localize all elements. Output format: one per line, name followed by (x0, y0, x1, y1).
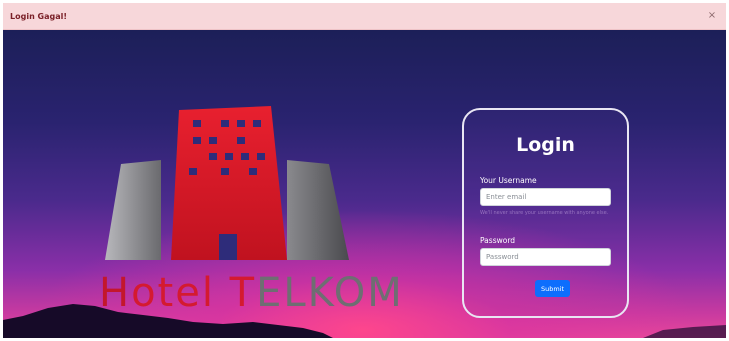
page-frame: Login Gagal! × Hotel TELKOM Login Your U… (3, 3, 726, 338)
password-label: Password (480, 236, 516, 245)
error-alert: Login Gagal! × (3, 3, 726, 30)
hotel-telkom-wordmark: Hotel TELKOM (99, 270, 404, 316)
submit-button[interactable]: Submit (535, 280, 570, 297)
hotel-logo-graphic (105, 106, 349, 260)
close-icon[interactable]: × (706, 10, 718, 22)
username-label: Your Username (480, 176, 537, 185)
login-title: Login (516, 134, 575, 156)
username-input[interactable] (480, 188, 611, 206)
alert-message: Login Gagal! (10, 11, 68, 21)
background-scene: Hotel TELKOM Login Your Username We'll n… (3, 30, 726, 338)
login-card: Login Your Username We'll never share yo… (462, 108, 629, 318)
username-help-text: We'll never share your username with any… (480, 210, 609, 216)
password-input[interactable] (480, 248, 611, 266)
